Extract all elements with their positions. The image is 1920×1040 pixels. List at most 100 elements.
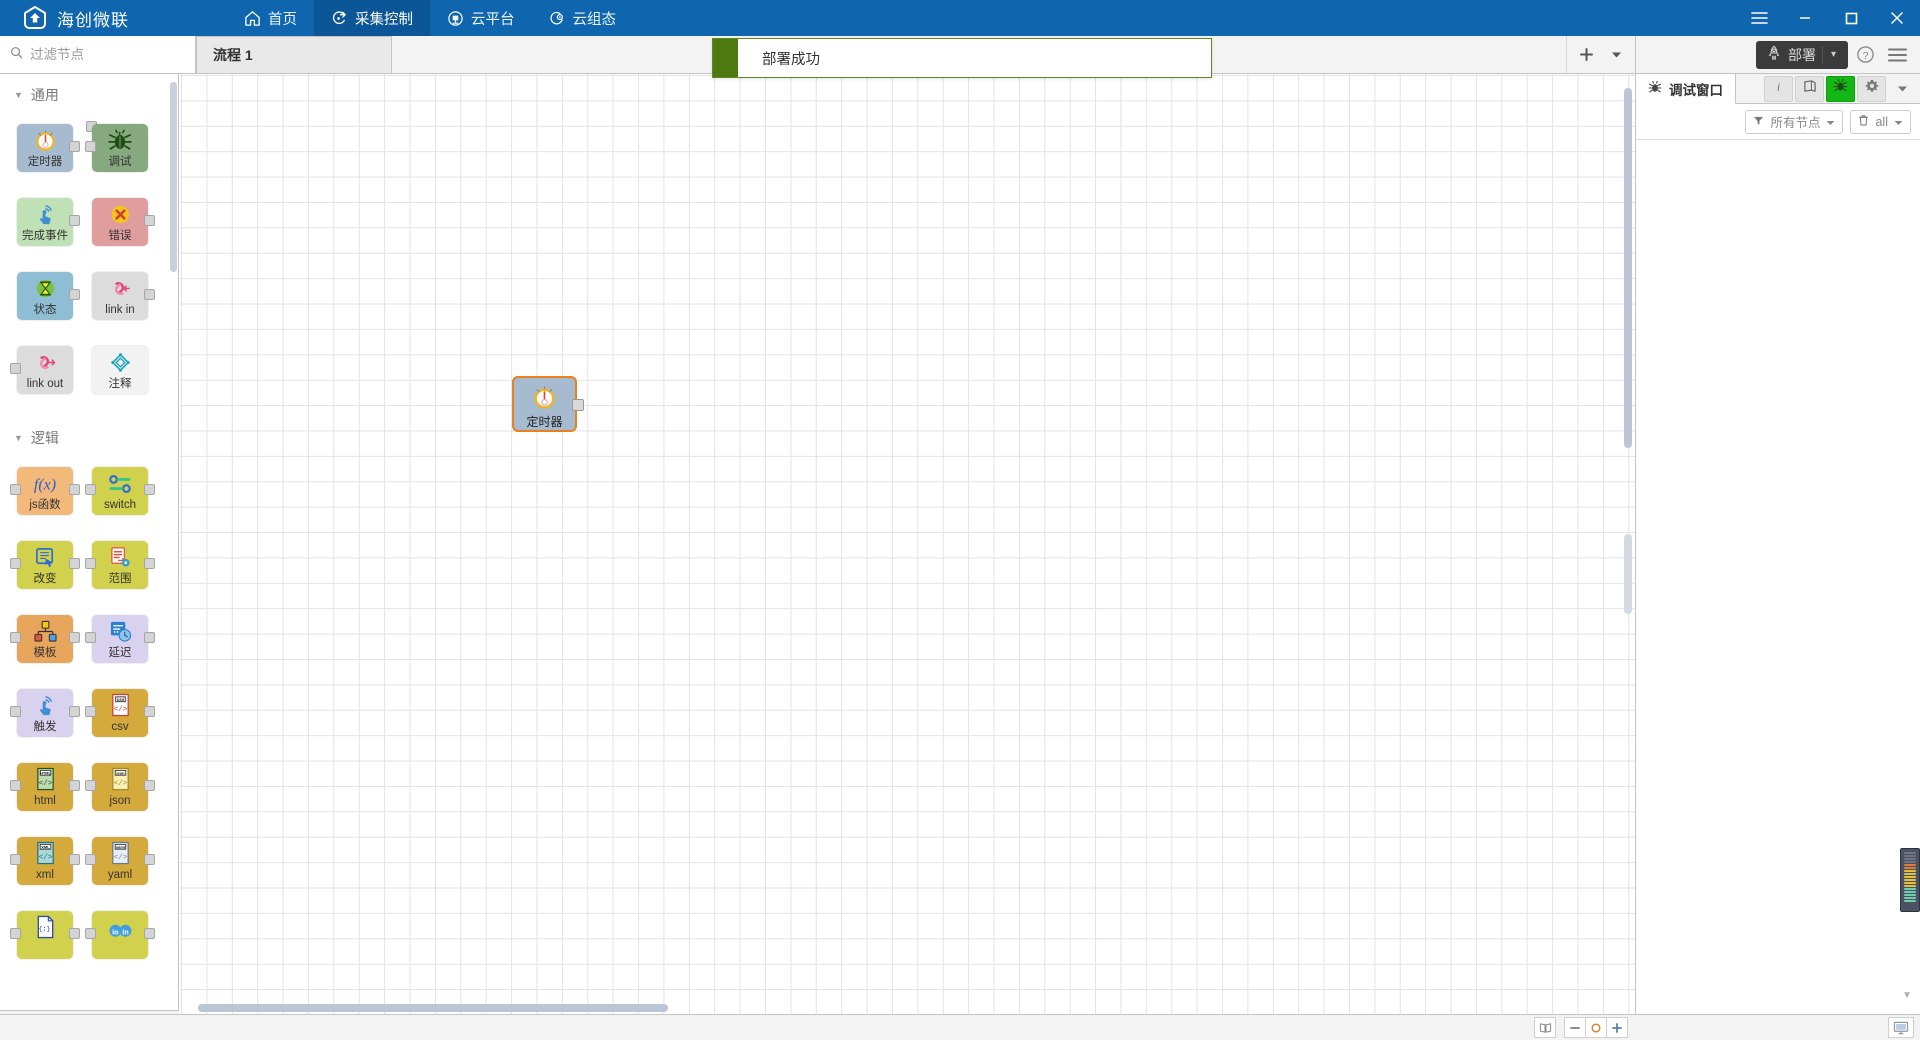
- zoom-reset-button[interactable]: [1585, 1017, 1607, 1038]
- input-port[interactable]: [10, 363, 21, 374]
- output-port[interactable]: [69, 289, 80, 300]
- nav-item-collect-control[interactable]: 采集控制: [314, 0, 430, 36]
- palette-node-html[interactable]: HTML </> html: [10, 763, 80, 811]
- nav-item-cloud-scada[interactable]: 云组态: [532, 0, 634, 36]
- input-port[interactable]: [85, 780, 96, 791]
- palette-node-csv[interactable]: csv </> csv: [85, 689, 155, 737]
- canvas-horizontal-scrollbar[interactable]: [198, 1004, 668, 1012]
- output-port[interactable]: [69, 558, 80, 569]
- palette-node-yaml[interactable]: yaml </> yaml: [85, 837, 155, 885]
- info-tab[interactable]: i: [1764, 75, 1793, 102]
- output-port[interactable]: [69, 215, 80, 226]
- palette-node-range[interactable]: 范围: [85, 541, 155, 589]
- palette-node-link-out[interactable]: link out: [10, 346, 73, 394]
- canvas-node-timer[interactable]: 定时器: [512, 376, 584, 432]
- input-port[interactable]: [85, 632, 96, 643]
- deploy-caret-icon[interactable]: ▾: [1822, 45, 1844, 64]
- flow-menu-caret-icon[interactable]: [1601, 37, 1631, 73]
- input-port[interactable]: [85, 854, 96, 865]
- palette-category-logic[interactable]: ▼ 逻辑: [0, 417, 178, 456]
- output-port[interactable]: [572, 399, 584, 411]
- output-port[interactable]: [69, 484, 80, 495]
- navigator-button[interactable]: [1534, 1017, 1556, 1038]
- input-port[interactable]: [10, 484, 21, 495]
- palette-category-common[interactable]: ▼ 通用: [0, 74, 178, 113]
- input-port[interactable]: [10, 558, 21, 569]
- minimize-icon[interactable]: [1782, 0, 1828, 36]
- palette-node-json[interactable]: json </> json: [85, 763, 155, 811]
- input-port[interactable]: [85, 484, 96, 495]
- clear-log-select[interactable]: all: [1850, 109, 1911, 134]
- palette-node-switch[interactable]: switch: [85, 467, 155, 515]
- palette-node-link-in[interactable]: link in: [92, 272, 155, 320]
- input-port[interactable]: [10, 632, 21, 643]
- node-palette[interactable]: ▼ 通用 定时器 调试 完成事件 错误 状态 link in link out …: [0, 74, 179, 1014]
- palette-node-template[interactable]: 模板: [10, 615, 80, 663]
- output-port[interactable]: [69, 706, 80, 717]
- palette-node-change[interactable]: 改变: [10, 541, 80, 589]
- nav-item-home[interactable]: 首页: [227, 0, 314, 36]
- zoom-in-button[interactable]: [1606, 1017, 1628, 1038]
- help-book-tab[interactable]: [1795, 75, 1824, 102]
- output-port[interactable]: [144, 780, 155, 791]
- output-port[interactable]: [69, 928, 80, 939]
- palette-scroll-area[interactable]: ▼ 通用 定时器 调试 完成事件 错误 状态 link in link out …: [0, 74, 178, 1014]
- flow-canvas[interactable]: 定时器: [180, 74, 1635, 1014]
- input-port[interactable]: [10, 928, 21, 939]
- palette-node-js-function[interactable]: f(x) js函数: [10, 467, 80, 515]
- palette-node-comment[interactable]: 注释: [92, 346, 148, 394]
- canvas-vertical-scrollbar-secondary[interactable]: [1624, 534, 1632, 614]
- output-port[interactable]: [69, 632, 80, 643]
- output-port[interactable]: [144, 484, 155, 495]
- output-port[interactable]: [69, 854, 80, 865]
- config-tab[interactable]: [1857, 75, 1886, 102]
- output-port[interactable]: [144, 632, 155, 643]
- input-port[interactable]: [85, 558, 96, 569]
- palette-node-io-in[interactable]: io in: [85, 911, 155, 959]
- nav-item-cloud-platform[interactable]: 云平台: [430, 0, 532, 36]
- output-port[interactable]: [69, 141, 80, 152]
- input-port[interactable]: [85, 928, 96, 939]
- palette-node-status[interactable]: 状态: [17, 272, 80, 320]
- input-port[interactable]: [10, 780, 21, 791]
- palette-node-timer[interactable]: 定时器: [17, 121, 97, 172]
- output-port[interactable]: [144, 928, 155, 939]
- palette-scrollbar[interactable]: [170, 82, 177, 272]
- tab-debug-window[interactable]: 调试窗口: [1636, 74, 1736, 104]
- flow-tab-1[interactable]: 流程 1: [196, 36, 392, 73]
- input-port[interactable]: [85, 141, 96, 152]
- output-port[interactable]: [69, 780, 80, 791]
- canvas-vertical-scrollbar[interactable]: [1624, 88, 1632, 448]
- monitor-button[interactable]: [1888, 1017, 1914, 1038]
- palette-node-error[interactable]: 错误: [92, 198, 155, 246]
- output-port[interactable]: [144, 558, 155, 569]
- output-port[interactable]: [144, 854, 155, 865]
- debug-message-list[interactable]: [1636, 141, 1920, 1014]
- palette-filter[interactable]: [0, 36, 196, 74]
- input-port[interactable]: [10, 706, 21, 717]
- input-port[interactable]: [85, 706, 96, 717]
- palette-node-delay[interactable]: 延迟: [85, 615, 155, 663]
- sidebar-scroll-caret-icon[interactable]: ▼: [1902, 990, 1912, 1001]
- output-port[interactable]: [144, 215, 155, 226]
- add-flow-button[interactable]: [1571, 37, 1601, 73]
- help-button[interactable]: ?: [1850, 40, 1880, 70]
- main-menu-button[interactable]: [1882, 40, 1912, 70]
- node-filter-select[interactable]: 所有节点: [1745, 109, 1844, 134]
- level-meter-widget[interactable]: [1900, 848, 1920, 912]
- palette-node-xml[interactable]: XML </> xml: [10, 837, 80, 885]
- input-port[interactable]: [10, 854, 21, 865]
- close-icon[interactable]: [1874, 0, 1920, 36]
- zoom-out-button[interactable]: [1564, 1017, 1586, 1038]
- palette-node-debug[interactable]: 调试: [85, 124, 148, 172]
- menu-icon[interactable]: [1736, 0, 1782, 36]
- palette-node-complete[interactable]: 完成事件: [17, 198, 80, 246]
- more-tabs-caret[interactable]: [1888, 76, 1917, 102]
- search-input[interactable]: [30, 47, 180, 62]
- deploy-button[interactable]: 部署 ▾: [1756, 40, 1848, 69]
- output-port[interactable]: [144, 706, 155, 717]
- output-port[interactable]: [144, 289, 155, 300]
- debug-tab[interactable]: [1826, 75, 1855, 102]
- maximize-icon[interactable]: [1828, 0, 1874, 36]
- palette-node-trigger[interactable]: 触发: [10, 689, 80, 737]
